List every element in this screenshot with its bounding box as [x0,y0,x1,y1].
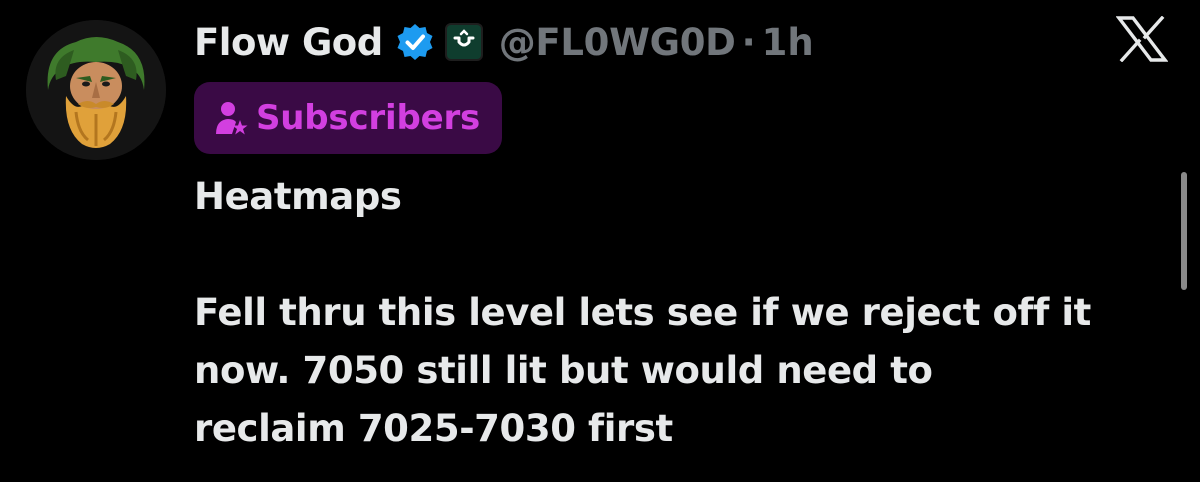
subscriber-person-star-icon [214,100,248,136]
scrollbar[interactable] [1181,172,1187,290]
tweet-line: reclaim 7025-7030 first [194,407,673,450]
tweet-text: Heatmaps Fell thru this level lets see i… [194,168,1184,458]
display-name[interactable]: Flow God [194,21,383,64]
subscribers-label: Subscribers [256,98,481,138]
tweet-title: Heatmaps [194,175,402,218]
tweet-line: Fell thru this level lets see if we reje… [194,291,1091,334]
tweet-line: now. 7050 still lit but would need to [194,349,933,392]
x-logo-icon[interactable] [1115,15,1169,63]
tweet-card: Flow God @FL0WG0D · 1h Subscribers Heatm… [0,0,1200,482]
avatar-image [26,20,166,160]
avatar[interactable] [26,20,166,160]
verified-badge-icon [395,22,435,62]
tweet-header: Flow God @FL0WG0D · 1h [194,14,814,70]
meta-separator: · [741,20,756,64]
user-handle[interactable]: @FL0WG0D [499,21,736,64]
affiliation-badge-icon[interactable] [444,23,483,61]
subscribers-badge[interactable]: Subscribers [194,82,503,154]
timestamp[interactable]: 1h [762,21,814,64]
